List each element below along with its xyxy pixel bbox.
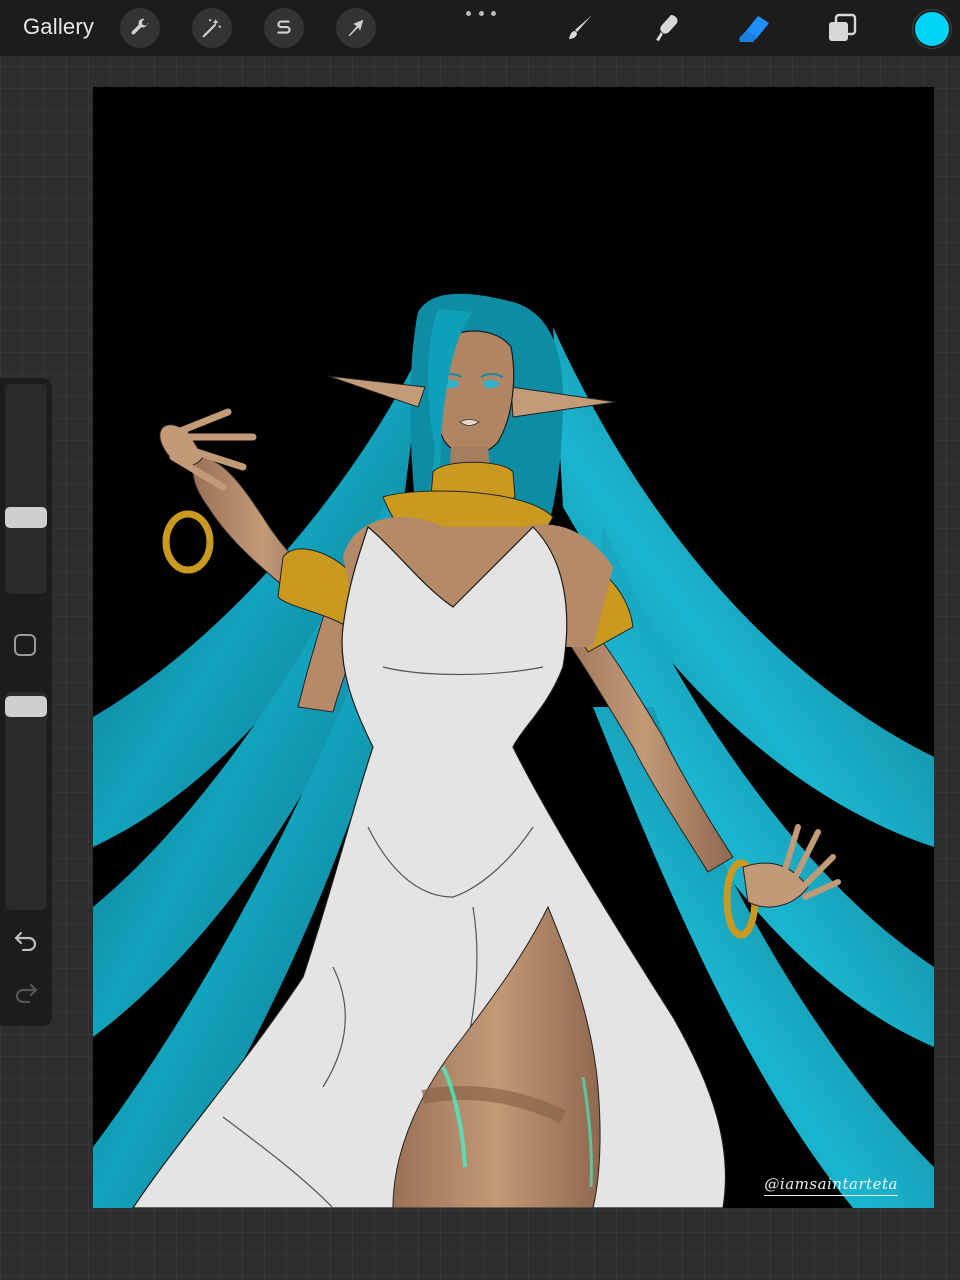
dot (491, 10, 496, 16)
smudge-icon (656, 15, 678, 41)
elf-woman-artwork (93, 293, 934, 1208)
undo-button[interactable] (10, 926, 42, 954)
brush-size-slider[interactable] (5, 384, 47, 594)
selection-button[interactable] (264, 8, 304, 48)
smudge-button[interactable] (648, 10, 684, 46)
undo-icon (14, 931, 37, 951)
opacity-thumb[interactable] (5, 695, 47, 717)
selection-s-icon (277, 20, 291, 34)
drawing-canvas[interactable]: @iamsaintarteta (93, 87, 934, 1208)
gallery-button[interactable]: Gallery (23, 14, 94, 40)
wrench-icon (131, 18, 149, 35)
adjustments-button[interactable] (192, 8, 232, 48)
left-sidebar (0, 378, 52, 1026)
redo-icon (15, 983, 38, 1003)
layers-icon (829, 13, 857, 41)
dot (466, 10, 471, 16)
transform-button[interactable] (336, 8, 376, 48)
layers-button[interactable] (824, 10, 860, 46)
brush-button[interactable] (562, 10, 598, 46)
magic-wand-icon (202, 18, 221, 38)
artist-signature: @iamsaintarteta (764, 1175, 898, 1196)
color-picker-swatch[interactable] (913, 10, 951, 48)
eraser-button[interactable] (736, 10, 772, 46)
eraser-icon (739, 16, 769, 42)
opacity-slider[interactable] (5, 692, 47, 910)
redo-button[interactable] (10, 978, 42, 1006)
brush-icon (569, 15, 592, 39)
modify-button[interactable] (14, 634, 36, 656)
dot (478, 10, 484, 16)
arrow-cursor-icon (348, 19, 364, 37)
more-dots-icon[interactable] (466, 8, 496, 18)
top-toolbar: Gallery (0, 0, 960, 56)
actions-button[interactable] (120, 8, 160, 48)
brush-size-thumb[interactable] (5, 506, 47, 528)
